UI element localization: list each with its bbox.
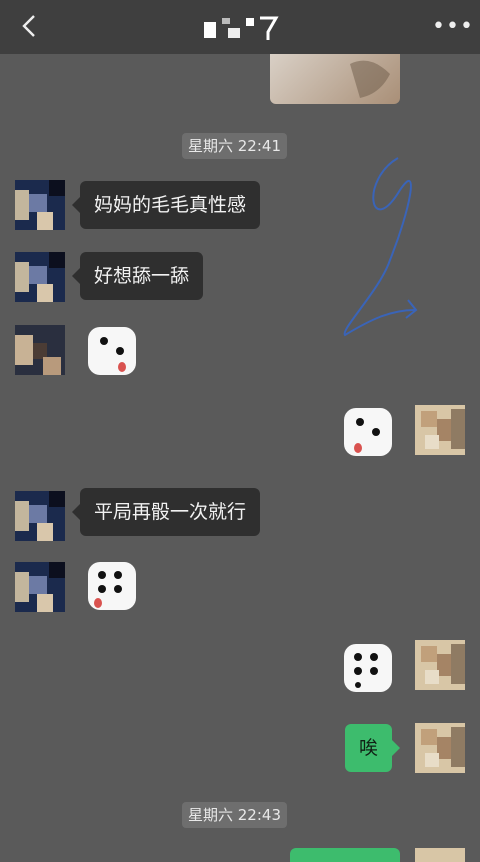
contact-avatar[interactable] xyxy=(15,562,65,612)
message-bubble[interactable]: 唉 xyxy=(345,724,401,772)
my-avatar[interactable] xyxy=(415,723,465,773)
dice-icon xyxy=(88,327,136,375)
chat-header: ••• xyxy=(0,0,480,54)
message-bubble-partial[interactable] xyxy=(290,848,400,862)
contact-avatar[interactable] xyxy=(15,325,65,375)
more-dots-icon[interactable]: ••• xyxy=(432,14,473,39)
message-bubble[interactable]: 妈妈的毛毛真性感 xyxy=(71,181,261,229)
drawn-annotation xyxy=(343,157,418,337)
message-bubble[interactable]: 平局再骰一次就行 xyxy=(71,488,261,536)
back-chevron-icon[interactable] xyxy=(16,12,44,40)
my-avatar[interactable] xyxy=(415,405,465,455)
contact-name-obscured xyxy=(204,16,279,40)
photo-content xyxy=(350,60,390,98)
contact-avatar[interactable] xyxy=(15,252,65,302)
image-message-partial[interactable] xyxy=(270,54,400,104)
my-avatar-partial[interactable] xyxy=(415,848,465,862)
my-avatar[interactable] xyxy=(415,640,465,690)
message-bubble[interactable]: 好想舔一舔 xyxy=(71,252,204,300)
contact-avatar[interactable] xyxy=(15,491,65,541)
dice-icon xyxy=(88,562,136,610)
contact-avatar[interactable] xyxy=(15,180,65,230)
timestamp: 星期六 22:43 xyxy=(182,802,287,828)
timestamp: 星期六 22:41 xyxy=(182,133,287,159)
dice-icon xyxy=(344,408,392,456)
dice-icon xyxy=(344,644,392,692)
